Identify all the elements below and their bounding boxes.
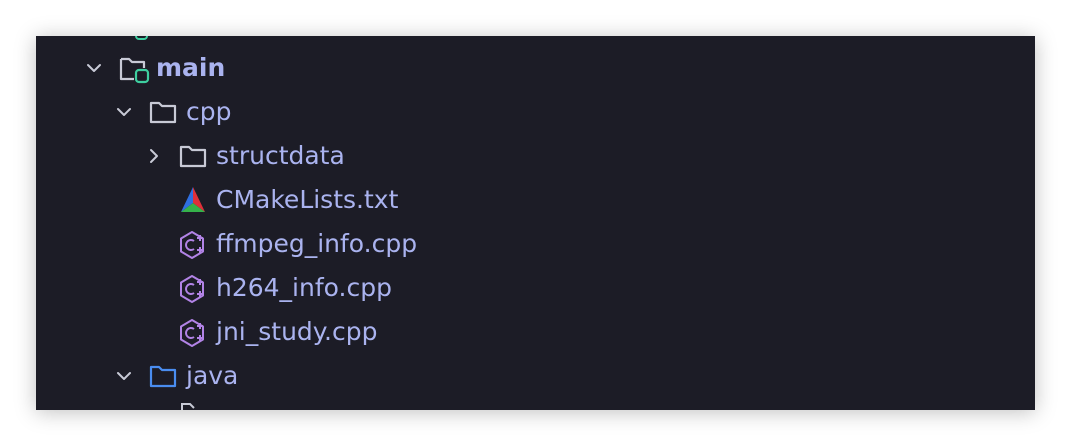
tree-label-main[interactable]: main [156, 53, 225, 83]
project-tree-panel: main cpp structdata CMakeLists.txt ffmpe… [36, 36, 1035, 410]
chevron-right-icon[interactable] [144, 146, 164, 166]
tree-row-file[interactable]: CMakeLists.txt [36, 178, 1035, 222]
tree-row-structdata[interactable]: structdata [36, 134, 1035, 178]
cpp-file-icon [178, 318, 208, 347]
tree-row-file[interactable]: jni_study.cpp [36, 310, 1035, 354]
tree-row-java[interactable]: java [36, 354, 1035, 398]
tree-row-file[interactable]: ffmpeg_info.cpp [36, 222, 1035, 266]
cpp-file-icon [178, 230, 208, 259]
module-badge-icon [135, 36, 148, 40]
tree-row-file[interactable]: h264_info.cpp [36, 266, 1035, 310]
source-folder-icon [148, 362, 178, 390]
tree-label-structdata[interactable]: structdata [216, 141, 345, 171]
tree-label-file[interactable]: CMakeLists.txt [216, 185, 398, 215]
tree-label-cpp[interactable]: cpp [186, 97, 231, 127]
tree-label-file[interactable]: h264_info.cpp [216, 273, 392, 303]
tree-label-java[interactable]: java [186, 361, 238, 391]
module-folder-icon [118, 54, 150, 84]
chevron-down-icon[interactable] [84, 58, 104, 78]
cpp-file-icon [178, 274, 208, 303]
tree-row-main[interactable]: main [36, 46, 1035, 90]
tree-row-cpp[interactable]: cpp [36, 90, 1035, 134]
tree-label-file[interactable]: jni_study.cpp [216, 317, 377, 347]
folder-icon [148, 98, 178, 126]
chevron-down-icon[interactable] [114, 102, 134, 122]
file-icon [181, 403, 195, 410]
folder-icon [178, 142, 208, 170]
tree-label-file[interactable]: ffmpeg_info.cpp [216, 229, 417, 259]
chevron-down-icon[interactable] [114, 366, 134, 386]
cmake-icon [178, 186, 208, 214]
